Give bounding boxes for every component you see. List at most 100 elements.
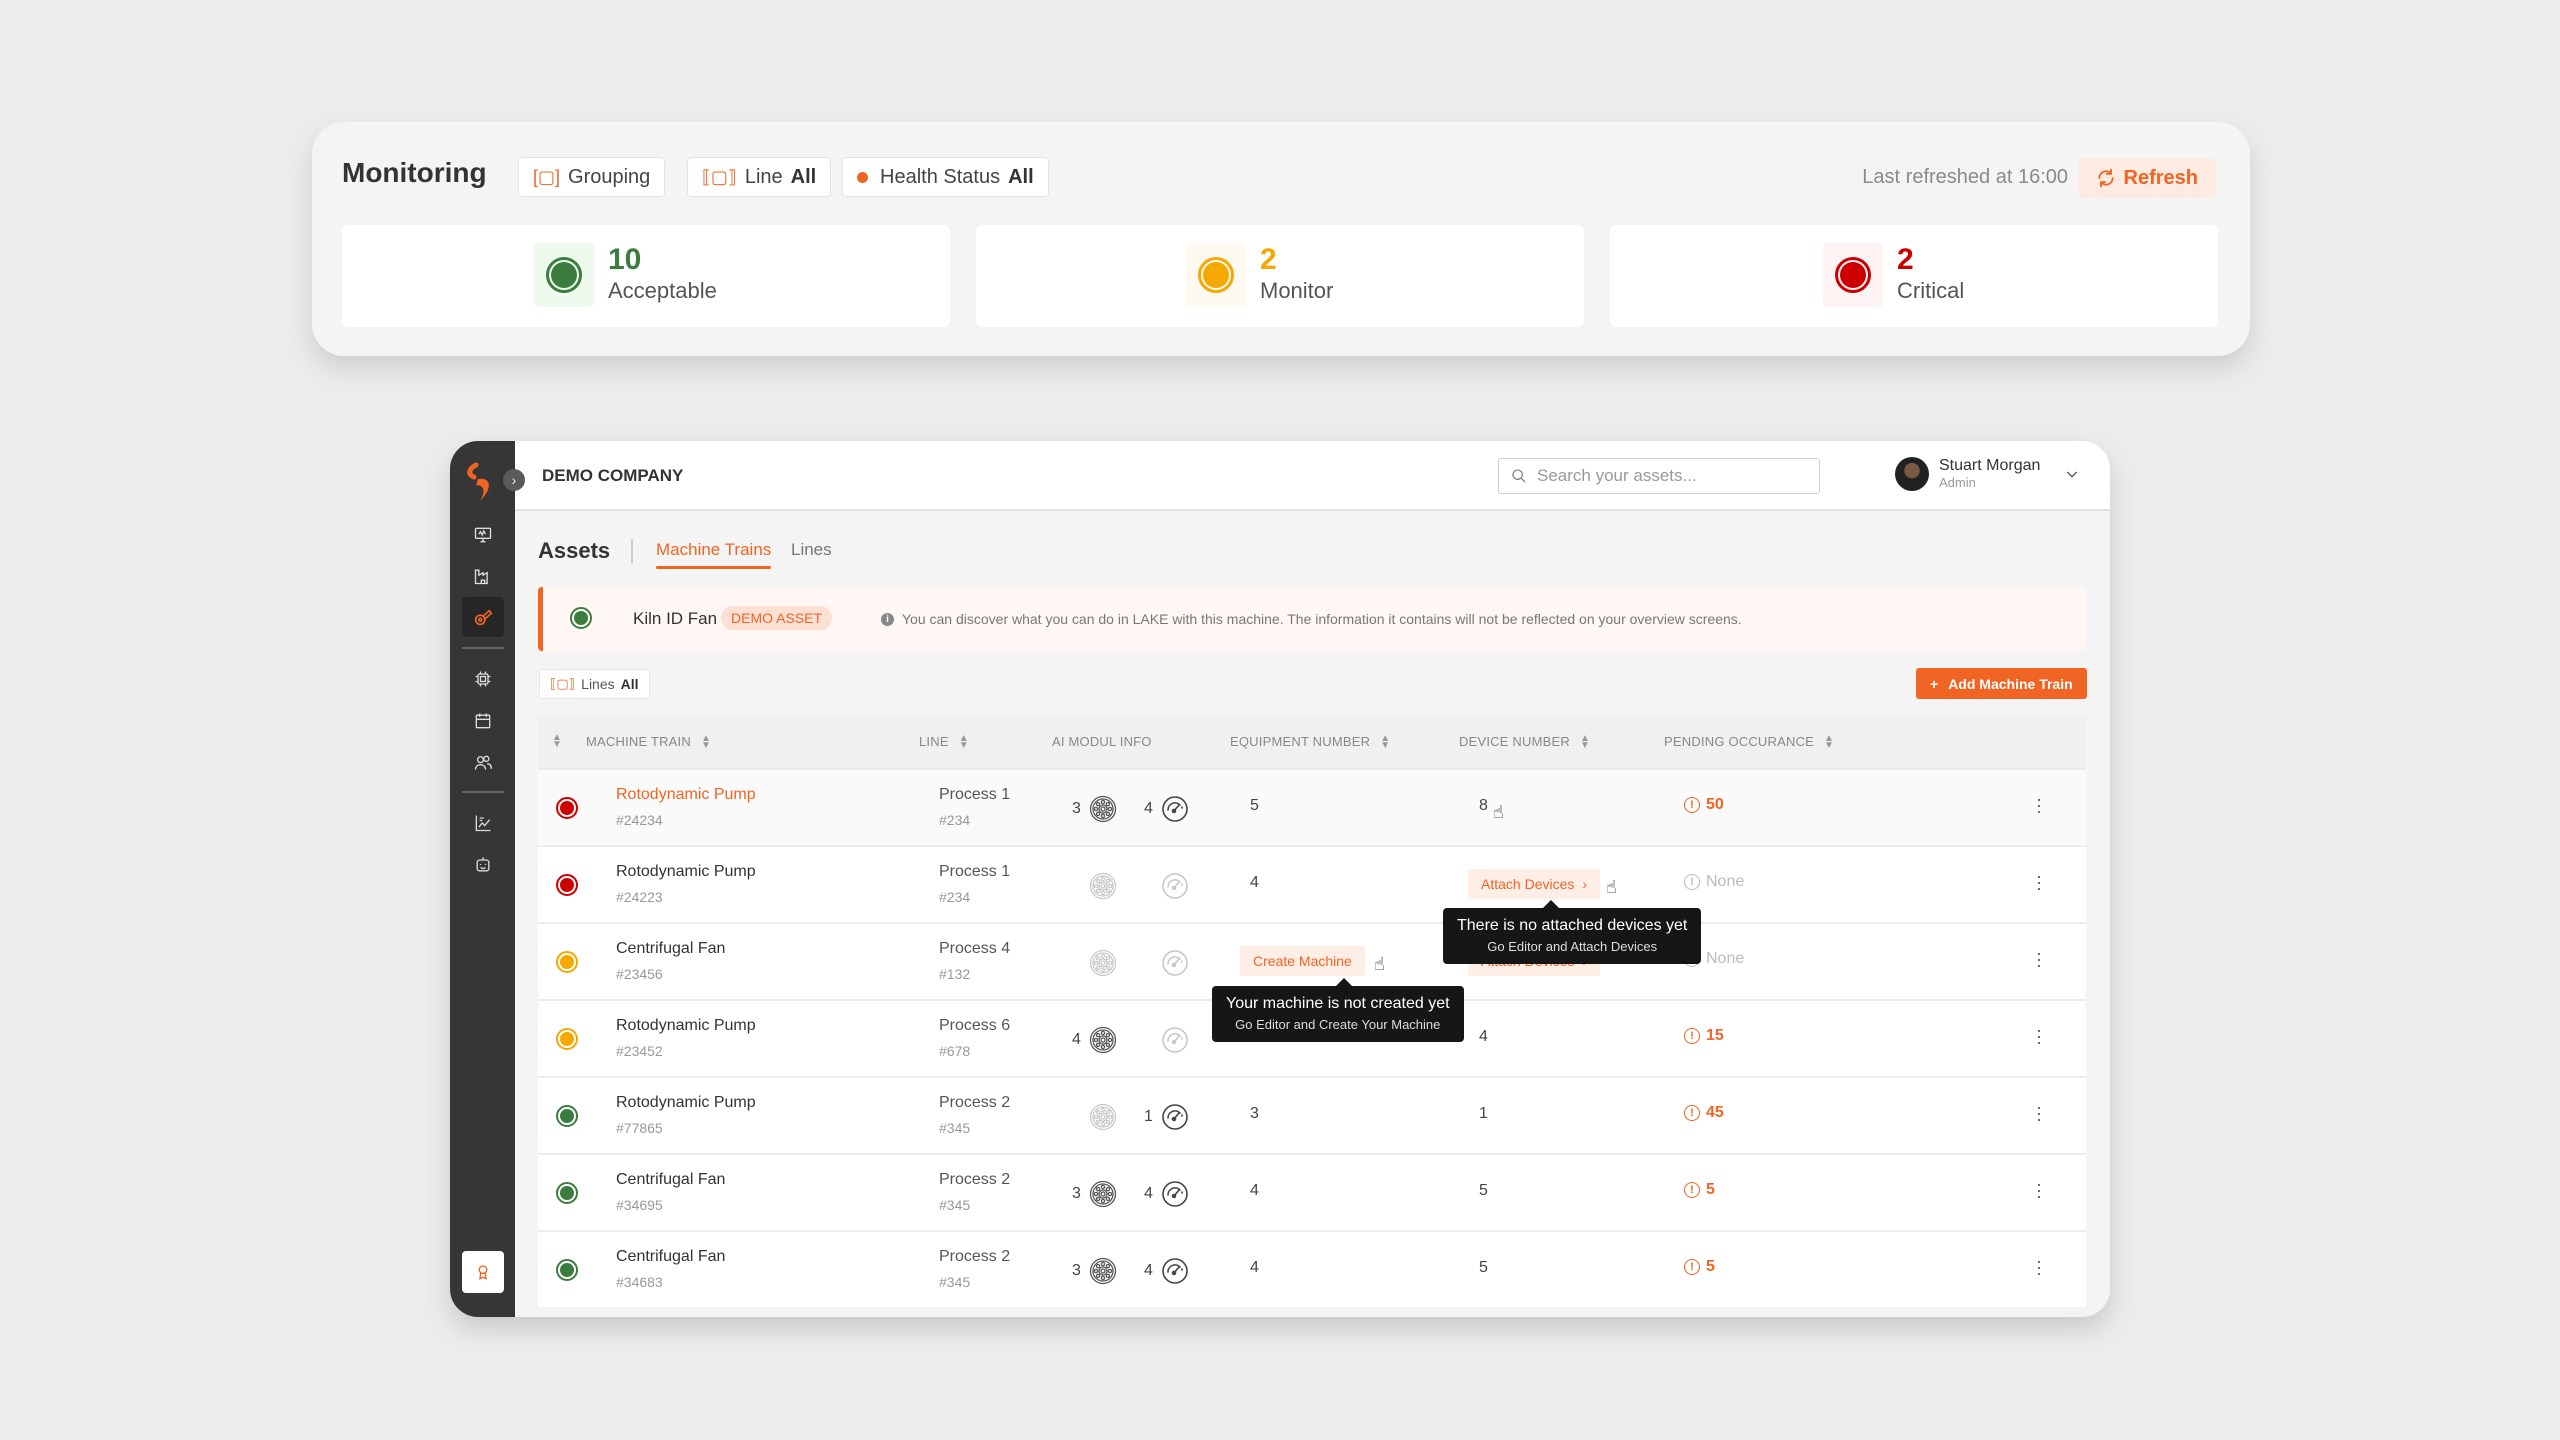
- table-row[interactable]: Rotodynamic Pump #24234 Process 1 #234 3 4 …: [538, 768, 2086, 845]
- bearing-count: 3: [1072, 800, 1081, 817]
- bearing-icon: [1088, 1179, 1118, 1209]
- search-input[interactable]: Search your assets...: [1498, 458, 1820, 494]
- pending-occurance[interactable]: ! 15: [1684, 1027, 1724, 1045]
- pending-occurance[interactable]: ! 5: [1684, 1258, 1715, 1276]
- sidebar-award-button[interactable]: [462, 1251, 504, 1293]
- chevron-down-icon[interactable]: [2064, 466, 2080, 482]
- monitor-status-icon: [1186, 243, 1246, 307]
- sidebar-divider: [462, 791, 504, 793]
- row-menu-button[interactable]: · · ·: [2034, 944, 2044, 974]
- add-machine-train-button[interactable]: + Add Machine Train: [1916, 668, 2087, 699]
- last-refreshed-text: Last refreshed at 16:00: [1862, 166, 2068, 188]
- machine-name[interactable]: Rotodynamic Pump: [616, 863, 756, 881]
- bearing-icon: [1088, 794, 1118, 824]
- line-filter[interactable]: ⟦▢⟧ Line All: [687, 157, 832, 197]
- tab-machine-trains[interactable]: Machine Trains: [656, 540, 772, 569]
- row-menu-button[interactable]: · · ·: [2034, 867, 2044, 897]
- gauge-icon: [1160, 1102, 1190, 1132]
- equipment-number: 5: [1250, 797, 1259, 814]
- row-menu-button[interactable]: · · ·: [2034, 1252, 2044, 1282]
- gauge-icon: [1160, 871, 1190, 901]
- stat-card-monitor[interactable]: 2 Monitor: [976, 225, 1584, 327]
- lines-filter-label: Lines: [581, 676, 615, 692]
- pending-occurance[interactable]: ! 45: [1684, 1104, 1724, 1122]
- sort-icon: ▲ ▼: [552, 732, 563, 750]
- tooltip-subtitle: Go Editor and Create Your Machine: [1235, 1017, 1441, 1032]
- grouping-icon: [▢]: [533, 166, 561, 187]
- table-row[interactable]: Rotodynamic Pump #77865 Process 2 #345 1 3 1…: [538, 1076, 2086, 1153]
- acceptable-status-icon: [556, 1105, 578, 1127]
- device-number: 4: [1479, 1028, 1488, 1045]
- sidebar-item-devices[interactable]: [462, 659, 504, 699]
- critical-status-icon: [556, 797, 578, 819]
- sidebar-item-monitoring[interactable]: [462, 515, 504, 555]
- line-id: #132: [939, 966, 971, 982]
- stat-card-critical[interactable]: 2 Critical: [1610, 225, 2218, 327]
- table-row[interactable]: Centrifugal Fan #34683 Process 2 #345 3 4 4…: [538, 1230, 2086, 1307]
- pending-occurance[interactable]: ! 50: [1684, 796, 1724, 814]
- demo-asset-name[interactable]: Kiln ID Fan: [633, 609, 717, 629]
- header-device-number[interactable]: DEVICE NUMBER ▲ ▼: [1459, 733, 1590, 750]
- machine-name[interactable]: Rotodynamic Pump: [616, 1017, 756, 1035]
- status-sort[interactable]: ▲ ▼: [552, 732, 563, 750]
- assets-app-window: › DEMO COMPANY Search your assets... Stu…: [450, 441, 2110, 1317]
- header-pending-occurance[interactable]: PENDING OCCURANCE ▲ ▼: [1664, 733, 1834, 750]
- sidebar-item-calendar[interactable]: [462, 701, 504, 741]
- acceptable-count: 10: [608, 243, 642, 276]
- table-row[interactable]: Centrifugal Fan #23456 Process 4 #132 Creat…: [538, 922, 2086, 1042]
- machine-train-icon: [474, 609, 493, 626]
- machine-name[interactable]: Centrifugal Fan: [616, 1248, 725, 1266]
- pending-count: None: [1706, 873, 1745, 890]
- table-row[interactable]: Centrifugal Fan #34695 Process 2 #345 3 4 4…: [538, 1153, 2086, 1230]
- ai-modul-info: [1072, 871, 1190, 901]
- tooltip-title: There is no attached devices yet: [1457, 917, 1688, 934]
- bearing-icon: [1088, 948, 1118, 978]
- machine-id: #24223: [616, 889, 663, 905]
- acceptable-status-icon: [556, 1182, 578, 1204]
- machine-id: #24234: [616, 812, 663, 828]
- pending-occurance[interactable]: ! 5: [1684, 1181, 1715, 1199]
- sidebar-item-users[interactable]: [462, 743, 504, 783]
- user-menu[interactable]: Stuart Morgan Admin: [1895, 457, 2080, 491]
- header-equipment-number[interactable]: EQUIPMENT NUMBER ▲ ▼: [1230, 733, 1390, 750]
- header-label: DEVICE NUMBER: [1459, 734, 1570, 749]
- acceptable-label: Acceptable: [608, 278, 717, 303]
- users-icon: [474, 755, 492, 770]
- pending-count: 50: [1706, 796, 1724, 813]
- sidebar-item-machine-trains[interactable]: [462, 597, 504, 637]
- health-status-filter[interactable]: Health Status All: [842, 157, 1049, 197]
- demo-asset-banner[interactable]: Kiln ID Fan DEMO ASSET i You can discove…: [538, 587, 2086, 651]
- table-row[interactable]: Rotodynamic Pump #24223 Process 1 #234 4 Att…: [538, 845, 2086, 964]
- alert-icon: !: [1684, 1182, 1700, 1198]
- row-menu-button[interactable]: · · ·: [2034, 1175, 2044, 1205]
- ai-modul-info: 3 4: [1072, 794, 1190, 824]
- info-icon: i: [881, 612, 894, 626]
- acceptable-status-icon: [570, 607, 592, 629]
- line-name: Process 4: [939, 940, 1011, 957]
- machine-name[interactable]: Centrifugal Fan: [616, 940, 725, 958]
- sidebar-item-analytics[interactable]: [462, 803, 504, 843]
- grouping-filter[interactable]: [▢] Grouping: [518, 157, 666, 197]
- attach-devices-button[interactable]: Attach Devices ›: [1468, 869, 1601, 899]
- refresh-button[interactable]: Refresh: [2077, 158, 2216, 198]
- tab-lines[interactable]: Lines: [791, 540, 832, 560]
- critical-count: 2: [1897, 243, 1914, 276]
- machine-name[interactable]: Rotodynamic Pump: [616, 786, 756, 804]
- header-machine-train[interactable]: MACHINE TRAIN ▲ ▼: [586, 733, 711, 750]
- row-menu-button[interactable]: · · ·: [2034, 1098, 2044, 1128]
- machine-name[interactable]: Centrifugal Fan: [616, 1171, 725, 1189]
- create-machine-button[interactable]: Create Machine: [1240, 946, 1365, 976]
- row-menu-button[interactable]: · · ·: [2034, 790, 2044, 820]
- sidebar-item-ai[interactable]: [462, 845, 504, 885]
- sidebar-expand-button[interactable]: ›: [503, 469, 525, 491]
- row-menu-button[interactable]: · · ·: [2034, 1021, 2044, 1051]
- header-line[interactable]: LINE ▲ ▼: [919, 733, 969, 750]
- machine-name[interactable]: Rotodynamic Pump: [616, 1094, 756, 1112]
- sidebar-item-plants[interactable]: [462, 556, 504, 596]
- demo-asset-badge: DEMO ASSET: [721, 606, 833, 630]
- bearing-icon: [1088, 1025, 1118, 1055]
- stat-card-acceptable[interactable]: 10 Acceptable: [342, 225, 950, 327]
- lines-filter-value: All: [620, 676, 639, 692]
- page-title: Assets: [538, 538, 611, 563]
- lines-filter[interactable]: ⟦▢⟧ Lines All: [539, 669, 650, 699]
